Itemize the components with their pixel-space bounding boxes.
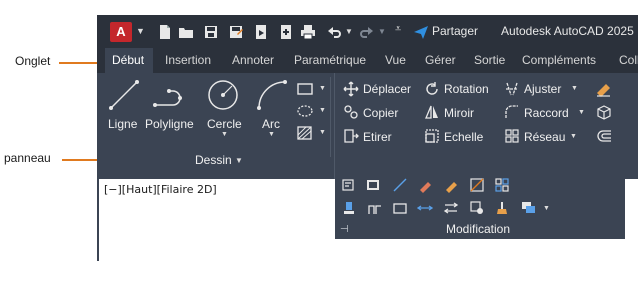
- tab-complements[interactable]: Compléments: [522, 53, 596, 67]
- customize-qat-icon[interactable]: ⩡: [395, 24, 401, 35]
- tool-reseau-label[interactable]: Réseau: [524, 130, 565, 144]
- match-properties-icon[interactable]: [469, 200, 485, 216]
- app-menu-dropdown-icon[interactable]: ▼: [136, 26, 145, 36]
- share-button-label[interactable]: Partager: [432, 24, 478, 38]
- polyline-icon[interactable]: [152, 81, 192, 113]
- draw-order-dropdown-icon[interactable]: ▼: [543, 205, 550, 212]
- dessin-panel-expand-icon[interactable]: ▼: [235, 156, 243, 165]
- tool-ajuster-label[interactable]: Ajuster: [524, 82, 561, 96]
- gradient-dropdown-icon[interactable]: ▼: [319, 129, 326, 136]
- tool-arc-label[interactable]: Arc: [262, 117, 280, 131]
- open-web-icon[interactable]: [253, 24, 269, 40]
- tool-ligne-label[interactable]: Ligne: [108, 117, 137, 131]
- edit-text-icon[interactable]: [341, 177, 357, 193]
- erase-pencil-icon[interactable]: [417, 177, 433, 193]
- array-icon[interactable]: [504, 128, 520, 144]
- arc-dropdown-icon[interactable]: ▼: [268, 131, 275, 138]
- tool-miroir-label[interactable]: Miroir: [444, 106, 474, 120]
- tool-deplacer-label[interactable]: Déplacer: [363, 82, 411, 96]
- copy-icon[interactable]: [343, 104, 359, 120]
- callout-panneau-label: panneau: [4, 151, 51, 165]
- reseau-dropdown-icon[interactable]: ▼: [570, 133, 577, 140]
- callout-onglet-label: Onglet: [15, 54, 51, 68]
- ribbon-separator-2: [334, 73, 335, 179]
- tool-rotation-label[interactable]: Rotation: [444, 82, 489, 96]
- save-web-icon[interactable]: [278, 24, 294, 40]
- tab-parametrique[interactable]: Paramétrique: [294, 53, 366, 67]
- draw-order-icon[interactable]: [520, 200, 538, 216]
- tool-echelle-label[interactable]: Echelle: [444, 130, 483, 144]
- group-icon[interactable]: [494, 177, 510, 193]
- redo-icon[interactable]: [359, 24, 375, 40]
- undo-dropdown-icon[interactable]: ▼: [345, 27, 353, 36]
- raccord-dropdown-icon[interactable]: ▼: [578, 109, 585, 116]
- hatch-icon[interactable]: [296, 104, 314, 118]
- save-icon[interactable]: [203, 24, 219, 40]
- align-icon[interactable]: [341, 200, 357, 216]
- cercle-dropdown-icon[interactable]: ▼: [221, 131, 228, 138]
- viewport-controls-label[interactable]: [−][Haut][Filaire 2D]: [104, 183, 217, 196]
- rectangle-dropdown-icon[interactable]: ▼: [319, 85, 326, 92]
- fillet-icon[interactable]: [504, 104, 520, 120]
- scale-icon[interactable]: [424, 128, 440, 144]
- app-menu-button[interactable]: A: [110, 22, 132, 42]
- circle-icon[interactable]: [206, 78, 240, 112]
- copy-clip-icon[interactable]: [365, 177, 381, 193]
- line-segment-icon[interactable]: [392, 177, 408, 193]
- move-icon[interactable]: [343, 81, 359, 97]
- title-bar: A ▼ ▼ ▼ ⩡ Partager Autodesk AutoCAD 2025: [97, 15, 638, 48]
- erase-icon[interactable]: [595, 79, 613, 97]
- tab-annoter[interactable]: Annoter: [232, 53, 274, 67]
- redo-dropdown-icon[interactable]: ▼: [378, 27, 386, 36]
- tool-copier-label[interactable]: Copier: [363, 106, 398, 120]
- hatch-dropdown-icon[interactable]: ▼: [319, 107, 326, 114]
- stretch-icon[interactable]: [343, 128, 359, 144]
- save-as-icon[interactable]: [228, 24, 244, 40]
- tab-debut[interactable]: Début: [112, 53, 144, 67]
- arc-icon[interactable]: [255, 78, 289, 112]
- brush-icon[interactable]: [494, 200, 510, 216]
- ajuster-dropdown-icon[interactable]: ▼: [571, 85, 578, 92]
- tool-cercle-label[interactable]: Cercle: [207, 117, 242, 131]
- rectangle-icon[interactable]: [296, 82, 314, 96]
- ribbon-separator-1: [330, 77, 331, 157]
- tab-coll[interactable]: Coll: [619, 53, 638, 67]
- trim-icon[interactable]: [504, 81, 520, 97]
- mirror-icon[interactable]: [424, 104, 440, 120]
- tab-vue[interactable]: Vue: [385, 53, 406, 67]
- break-icon[interactable]: [469, 177, 485, 193]
- line-icon[interactable]: [107, 78, 141, 112]
- tool-etirer-label[interactable]: Etirer: [363, 130, 392, 144]
- tab-insertion[interactable]: Insertion: [165, 53, 211, 67]
- new-file-icon[interactable]: [157, 24, 173, 40]
- undo-icon[interactable]: [326, 24, 342, 40]
- tab-gerer[interactable]: Gérer: [425, 53, 456, 67]
- app-title: Autodesk AutoCAD 2025: [501, 24, 634, 38]
- dessin-panel-title[interactable]: Dessin: [195, 153, 232, 167]
- tool-polyligne-label[interactable]: Polyligne: [145, 117, 194, 131]
- rotate-icon[interactable]: [424, 81, 440, 97]
- explode-icon[interactable]: [595, 103, 613, 121]
- reverse-icon[interactable]: [443, 200, 459, 216]
- edit-pencil-icon[interactable]: [443, 177, 459, 193]
- lengthen-icon[interactable]: [417, 200, 433, 216]
- offset-icon[interactable]: [595, 127, 613, 145]
- tool-raccord-label[interactable]: Raccord: [524, 106, 569, 120]
- tab-sortie[interactable]: Sortie: [474, 53, 505, 67]
- chamfer-icon[interactable]: [392, 200, 408, 216]
- modification-panel-title[interactable]: Modification: [446, 222, 510, 236]
- join-icon[interactable]: [367, 200, 383, 216]
- share-icon[interactable]: [413, 24, 429, 40]
- plot-print-icon[interactable]: [300, 24, 316, 40]
- autocad-window: A ▼ ▼ ▼ ⩡ Partager Autodesk AutoCAD 2025…: [97, 15, 638, 261]
- modification-panel-pin-icon[interactable]: ⊣: [340, 224, 349, 235]
- open-folder-icon[interactable]: [178, 24, 194, 40]
- gradient-icon[interactable]: [296, 126, 314, 140]
